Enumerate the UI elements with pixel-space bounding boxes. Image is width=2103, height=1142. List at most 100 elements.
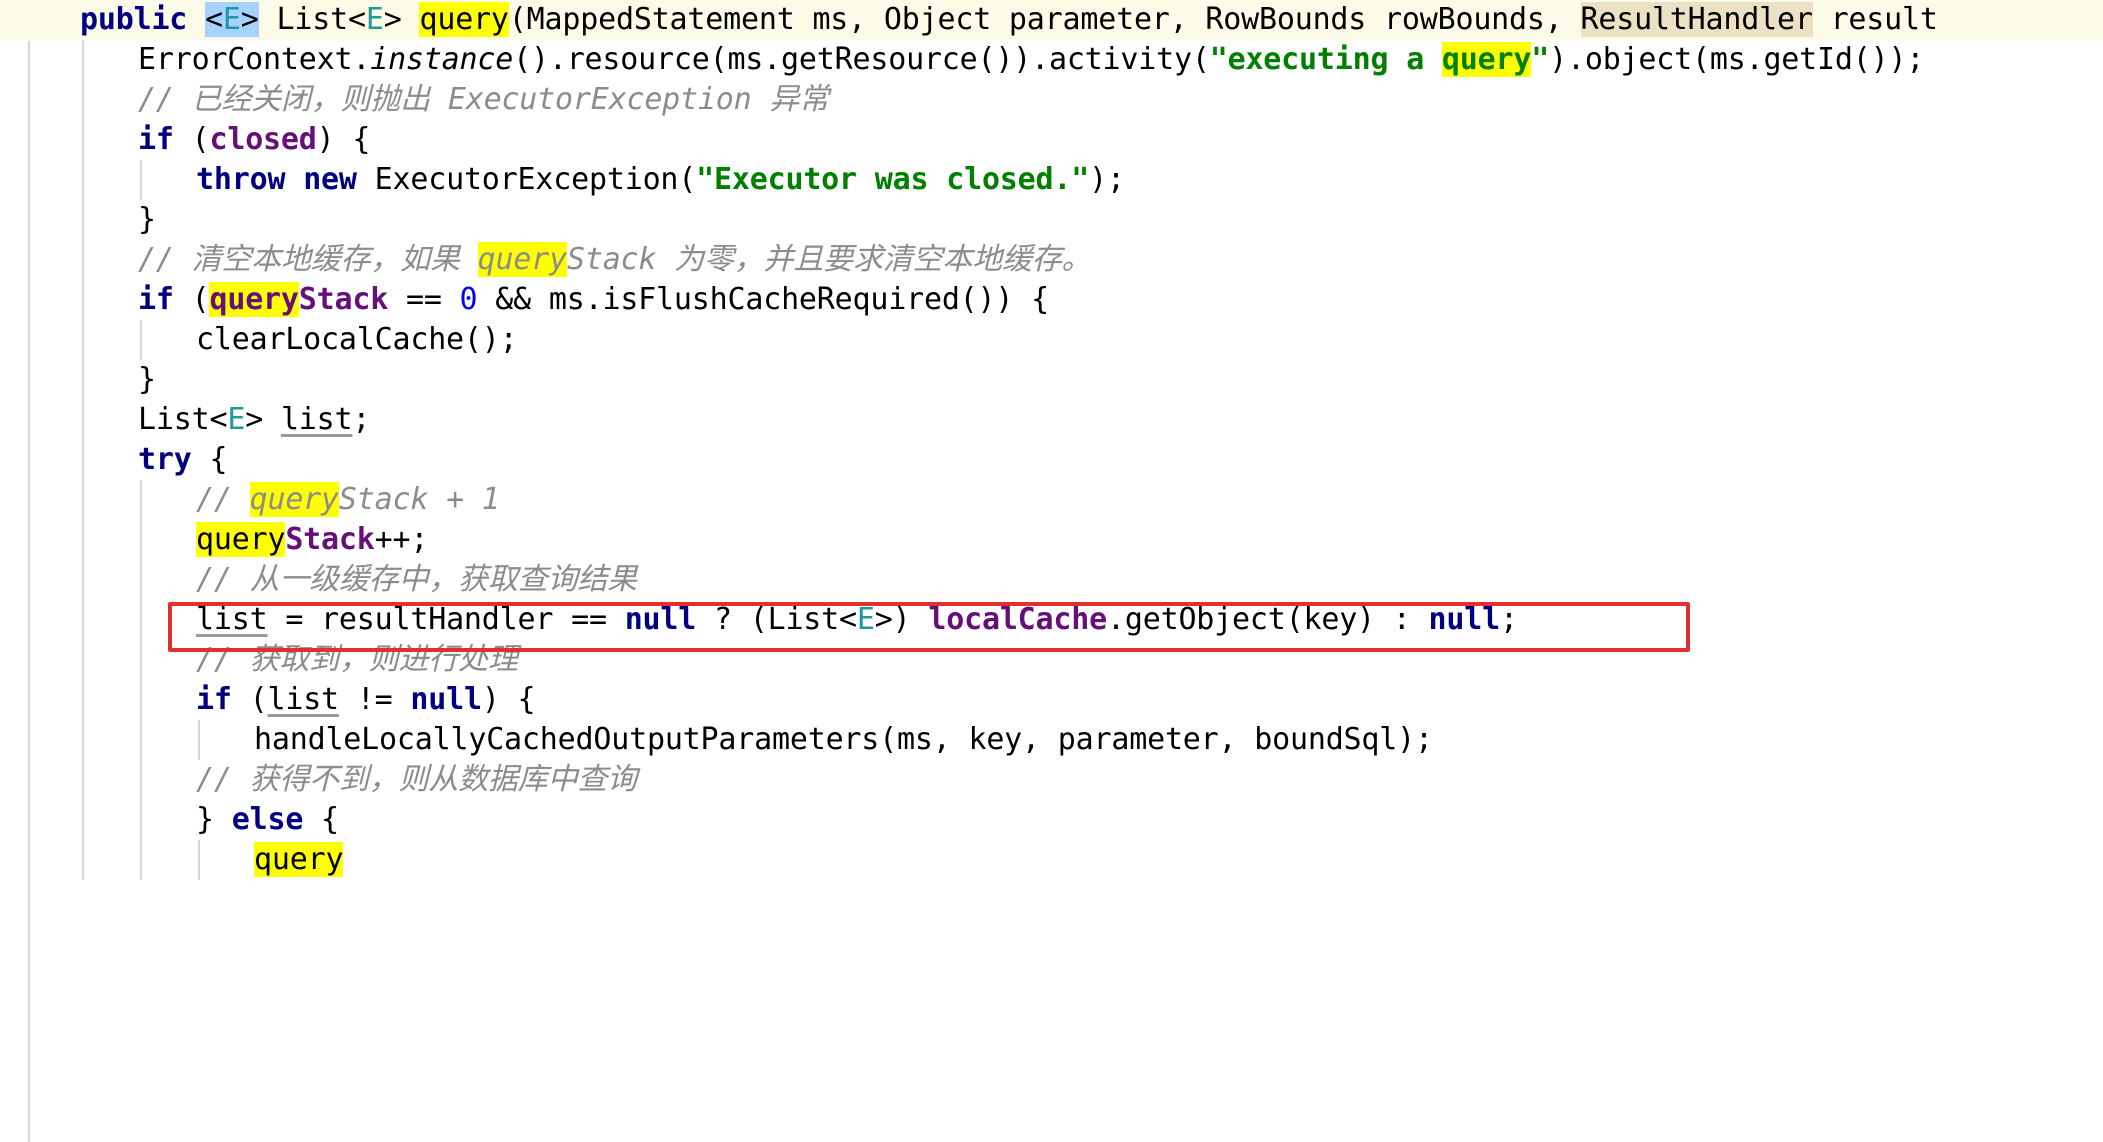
code-token: < — [209, 402, 228, 437]
indent-guide — [140, 840, 142, 880]
code-token: else — [231, 802, 304, 837]
code-line-content: } — [0, 360, 156, 400]
indent-guide — [82, 200, 84, 240]
code-line-content: queryStack++; — [0, 520, 428, 560]
indent-guide — [82, 400, 84, 440]
code-token: > — [383, 2, 402, 37]
code-line[interactable]: // 清空本地缓存，如果 queryStack 为零，并且要求清空本地缓存。 — [0, 240, 2103, 280]
code-editor[interactable]: public <E> List<E> query(MappedStatement… — [0, 0, 2103, 1142]
code-token: && ms.isFlushCacheRequired()) { — [477, 282, 1049, 317]
code-line[interactable]: handleLocallyCachedOutputParameters(ms, … — [0, 720, 2103, 760]
code-line[interactable]: } — [0, 360, 2103, 400]
code-token: if — [138, 122, 174, 157]
code-line[interactable]: public <E> List<E> query(MappedStatement… — [0, 0, 2103, 40]
code-area[interactable]: public <E> List<E> query(MappedStatement… — [0, 0, 2103, 880]
code-token: query — [477, 242, 567, 277]
code-token: .getObject(key) : — [1107, 602, 1429, 637]
code-token: < — [347, 2, 366, 37]
code-token: 0 — [459, 282, 478, 317]
code-token: query — [1441, 42, 1532, 77]
code-token: List — [258, 2, 349, 37]
code-token: List — [138, 402, 210, 437]
indent-guide — [140, 760, 142, 800]
code-line[interactable]: clearLocalCache(); — [0, 320, 2103, 360]
code-line[interactable]: if (list != null) { — [0, 680, 2103, 720]
code-line[interactable]: throw new ExecutorException("Executor wa… — [0, 160, 2103, 200]
code-token: E — [227, 402, 246, 437]
code-token: == — [388, 282, 460, 317]
code-token: localCache — [928, 602, 1107, 637]
indent-guide — [140, 320, 142, 360]
code-token: // 获得不到，则从数据库中查询 — [196, 762, 637, 797]
code-token: clearLocalCache(); — [196, 322, 518, 357]
code-line-content: // 清空本地缓存，如果 queryStack 为零，并且要求清空本地缓存。 — [0, 240, 1092, 280]
code-token: ++; — [374, 522, 429, 557]
indent-guide — [198, 840, 200, 880]
code-token: } — [196, 802, 232, 837]
code-line-content: // 已经关闭，则抛出 ExecutorException 异常 — [0, 80, 829, 120]
code-line-content: throw new ExecutorException("Executor wa… — [0, 160, 1125, 200]
code-token: ( — [231, 682, 268, 717]
code-token: > — [245, 402, 281, 437]
code-token: < — [205, 2, 223, 37]
code-token: { — [191, 442, 228, 477]
code-line[interactable]: } else { — [0, 800, 2103, 840]
indent-guide — [82, 280, 84, 320]
code-line[interactable]: queryStack++; — [0, 520, 2103, 560]
code-line[interactable]: query — [0, 840, 2103, 880]
code-line[interactable]: // queryStack + 1 — [0, 480, 2103, 520]
code-token: ; — [352, 402, 371, 437]
indent-guide — [82, 520, 84, 560]
code-token: list — [196, 602, 268, 637]
code-line-content: if (list != null) { — [0, 680, 536, 720]
code-token: Stack — [298, 282, 389, 317]
code-token: null — [410, 682, 482, 717]
code-token: " — [1531, 42, 1550, 77]
code-token: = resultHandler == — [267, 602, 625, 637]
code-line[interactable]: try { — [0, 440, 2103, 480]
code-token: != — [338, 682, 411, 717]
code-token: closed — [209, 122, 317, 157]
code-token: query — [419, 2, 509, 37]
code-line[interactable]: if (queryStack == 0 && ms.isFlushCacheRe… — [0, 280, 2103, 320]
indent-guide — [82, 320, 84, 360]
code-line-content: handleLocallyCachedOutputParameters(ms, … — [0, 720, 1433, 760]
code-token: null — [624, 602, 697, 637]
code-token: // 清空本地缓存，如果 — [138, 242, 478, 277]
code-line[interactable]: list = resultHandler == null ? (List<E>)… — [0, 600, 2103, 640]
code-token: } — [138, 202, 156, 237]
code-line[interactable]: // 获取到，则进行处理 — [0, 640, 2103, 680]
indent-guide — [82, 160, 84, 200]
code-token: Stack + 1 — [338, 482, 500, 517]
code-line[interactable]: // 获得不到，则从数据库中查询 — [0, 760, 2103, 800]
code-line[interactable]: // 已经关闭，则抛出 ExecutorException 异常 — [0, 80, 2103, 120]
code-line[interactable]: if (closed) { — [0, 120, 2103, 160]
code-line-content: } else { — [0, 800, 339, 840]
code-line-content: public <E> List<E> query(MappedStatement… — [0, 0, 1938, 40]
code-token: "Executor was closed." — [696, 162, 1090, 197]
code-line[interactable]: ErrorContext.instance().resource(ms.getR… — [0, 40, 2103, 80]
code-token: Stack 为零，并且要求清空本地缓存。 — [566, 242, 1092, 277]
code-token: ExecutorException( — [356, 162, 697, 197]
indent-guide — [140, 480, 142, 520]
code-token: (MappedStatement ms, Object parameter, R… — [508, 2, 1581, 37]
indent-guide — [82, 720, 84, 760]
indent-guide — [82, 120, 84, 160]
code-line[interactable]: // 从一级缓存中，获取查询结果 — [0, 560, 2103, 600]
indent-guide — [82, 80, 84, 120]
code-token: ( — [173, 282, 210, 317]
code-token: ().resource(ms.getResource()).activity( — [513, 42, 1210, 77]
indent-guide — [140, 560, 142, 600]
indent-guide — [140, 680, 142, 720]
code-line[interactable]: List<E> list; — [0, 400, 2103, 440]
code-line[interactable]: } — [0, 200, 2103, 240]
code-token: handleLocallyCachedOutputParameters(ms, … — [254, 722, 1433, 757]
code-token: new — [303, 162, 357, 197]
code-token: } — [138, 362, 156, 397]
code-token: >) — [874, 602, 929, 637]
code-token: // 获取到，则进行处理 — [196, 642, 518, 677]
code-token: ErrorContext. — [138, 42, 371, 77]
code-token: E — [365, 2, 384, 37]
